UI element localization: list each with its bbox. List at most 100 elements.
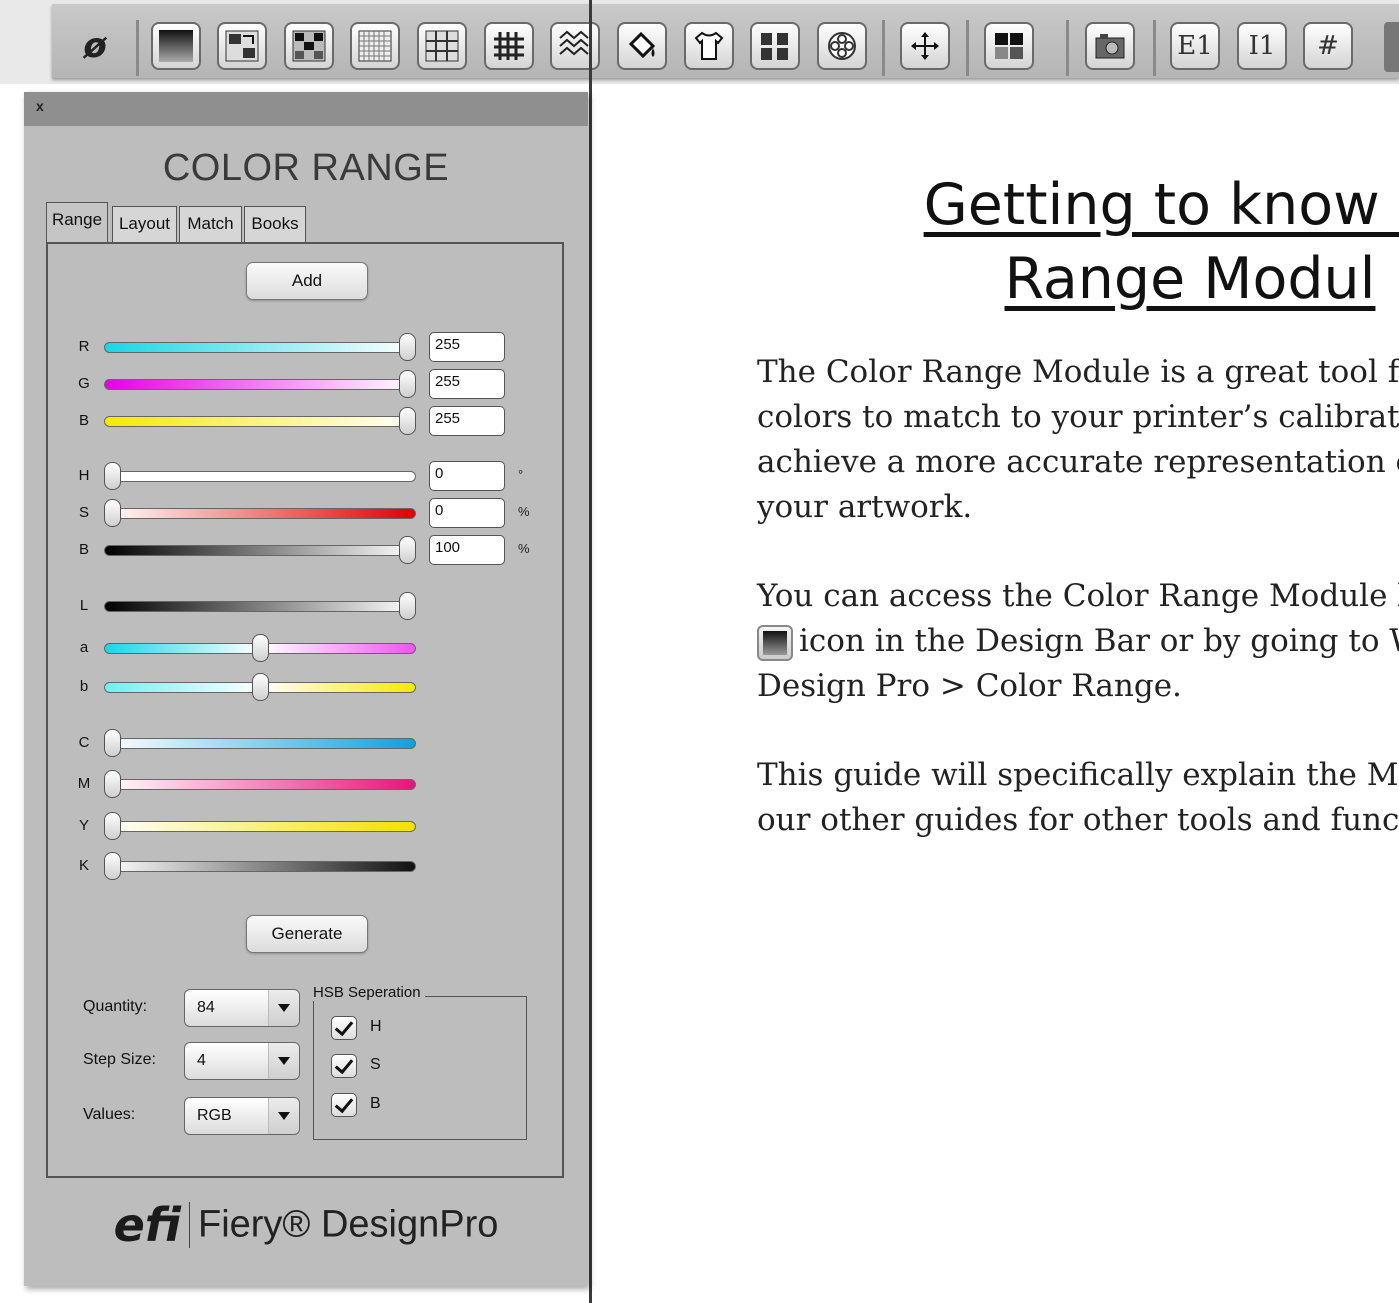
tab-books[interactable]: Books xyxy=(244,206,306,242)
toolbar-separator xyxy=(966,20,969,76)
paragraph-line: icon in the Design Bar or by going to W xyxy=(757,619,1399,664)
hsb-b-checkbox[interactable] xyxy=(331,1093,357,1117)
chevron-down-icon xyxy=(268,1098,299,1134)
value-field-b[interactable]: 255 xyxy=(429,406,505,436)
step-size-select[interactable]: 4 xyxy=(184,1042,300,1080)
image-swap-icon[interactable] xyxy=(217,22,267,70)
efi-logo: efi xyxy=(113,1198,181,1252)
slider-label-b: B xyxy=(78,412,89,429)
value-field-g[interactable]: 255 xyxy=(429,369,505,399)
e1-icon[interactable]: E1 xyxy=(1170,22,1220,70)
slider-track-s[interactable] xyxy=(104,508,416,519)
slider-track-m[interactable] xyxy=(104,779,416,790)
flower-icon[interactable] xyxy=(817,22,867,70)
hsb-s-checkbox[interactable] xyxy=(331,1054,357,1078)
slider-track-h[interactable] xyxy=(104,471,416,482)
paragraph-line: This guide will specifically explain the… xyxy=(757,757,1399,793)
slider-label-g: G xyxy=(78,375,90,392)
values-value: RGB xyxy=(197,1107,232,1124)
i1-icon[interactable]: I1 xyxy=(1237,22,1287,70)
tab-layout[interactable]: Layout xyxy=(112,206,177,242)
values-label: Values: xyxy=(83,1106,136,1123)
slider-track-br[interactable] xyxy=(104,545,416,556)
slider-thumb-c[interactable] xyxy=(104,729,121,757)
pattern-grid-icon[interactable] xyxy=(284,22,334,70)
panel-titlebar[interactable]: x xyxy=(24,92,588,126)
value-field-s[interactable]: 0 xyxy=(429,498,505,528)
unit-label-h: ° xyxy=(518,467,524,482)
slider-thumb-l[interactable] xyxy=(399,592,416,620)
hsb-h-checkbox[interactable] xyxy=(331,1016,357,1040)
values-select[interactable]: RGB xyxy=(184,1097,300,1135)
value-field-h[interactable]: 0 xyxy=(429,461,505,491)
tab-match[interactable]: Match xyxy=(179,206,242,242)
slider-label-a: a xyxy=(79,639,89,656)
step-size-label: Step Size: xyxy=(83,1051,156,1068)
quantity-value: 84 xyxy=(197,999,215,1016)
slider-thumb-k[interactable] xyxy=(104,852,121,880)
slider-thumb-a[interactable] xyxy=(251,634,269,662)
chevron-down-icon xyxy=(268,1043,299,1079)
slider-thumb-b[interactable] xyxy=(251,673,269,701)
product-name: Fiery® DesignPro xyxy=(197,1203,499,1246)
slider-track-g[interactable] xyxy=(104,379,416,390)
quantity-select[interactable]: 84 xyxy=(184,989,300,1027)
design-bar: ø E1 I1 # xyxy=(0,0,1399,84)
slider-thumb-r[interactable] xyxy=(399,333,416,361)
toolbar-separator xyxy=(1066,20,1069,76)
paragraph-text: icon in the Design Bar or by going to W xyxy=(799,623,1399,659)
repeat-pattern-icon[interactable] xyxy=(550,22,600,70)
unit-label-s: % xyxy=(518,504,530,519)
paragraph-line: You can access the Color Range Module by xyxy=(757,578,1399,614)
step-size-value: 4 xyxy=(197,1052,206,1069)
slider-thumb-y[interactable] xyxy=(104,812,121,840)
toolbar-separator xyxy=(136,20,139,76)
paint-bucket-icon[interactable] xyxy=(617,22,667,70)
shirt-icon[interactable] xyxy=(684,22,734,70)
close-icon[interactable]: x xyxy=(36,98,44,114)
slider-track-c[interactable] xyxy=(104,738,416,749)
add-button[interactable]: Add xyxy=(246,262,368,300)
hash-icon[interactable]: # xyxy=(1303,22,1353,70)
title-line-2: Range Modul xyxy=(1004,246,1376,312)
color-range-icon[interactable] xyxy=(151,22,201,70)
slider-track-y[interactable] xyxy=(104,821,416,832)
slider-thumb-b[interactable] xyxy=(399,407,416,435)
unit-label-br: % xyxy=(518,541,530,556)
paragraph-line: The Color Range Module is a great tool f… xyxy=(757,354,1399,390)
slider-track-b[interactable] xyxy=(104,416,416,427)
slider-thumb-s[interactable] xyxy=(104,499,121,527)
camera-icon[interactable] xyxy=(1085,22,1135,70)
slider-thumb-g[interactable] xyxy=(399,370,416,398)
slider-thumb-m[interactable] xyxy=(104,770,121,798)
slider-label-m: M xyxy=(77,775,91,792)
multi-shirt-icon[interactable] xyxy=(750,22,800,70)
tile-grid-icon[interactable] xyxy=(417,22,467,70)
slider-label-b: b xyxy=(79,678,89,695)
disable-icon[interactable]: ø xyxy=(62,24,128,68)
slider-track-k[interactable] xyxy=(104,861,416,872)
slider-label-h: H xyxy=(78,467,90,484)
value-field-r[interactable]: 255 xyxy=(429,332,505,362)
slider-track-r[interactable] xyxy=(104,342,416,353)
hsb-h-label: H xyxy=(370,1018,382,1035)
paragraph-line: our other guides for other tools and fun… xyxy=(757,802,1399,838)
quantity-label: Quantity: xyxy=(83,998,148,1015)
slider-label-r: R xyxy=(78,338,90,355)
title-line-1: Getting to know th xyxy=(923,172,1399,238)
window-divider xyxy=(589,0,592,1303)
weave-grid-icon[interactable] xyxy=(484,22,534,70)
layout-icon[interactable] xyxy=(984,22,1034,70)
slider-thumb-h[interactable] xyxy=(104,462,121,490)
value-field-br[interactable]: 100 xyxy=(429,535,505,565)
slider-track-l[interactable] xyxy=(104,601,416,612)
fine-grid-icon[interactable] xyxy=(350,22,400,70)
slider-thumb-br[interactable] xyxy=(399,536,416,564)
tab-range[interactable]: Range xyxy=(46,202,108,242)
generate-button[interactable]: Generate xyxy=(246,915,368,953)
paragraph-line: achieve a more accurate representation o… xyxy=(757,444,1399,480)
toolbar-overflow-edge xyxy=(1384,22,1399,72)
paragraph-line: Design Pro > Color Range. xyxy=(757,668,1182,704)
guide-paragraph: This guide will specifically explain the… xyxy=(757,753,1399,843)
move-icon[interactable] xyxy=(900,22,950,70)
